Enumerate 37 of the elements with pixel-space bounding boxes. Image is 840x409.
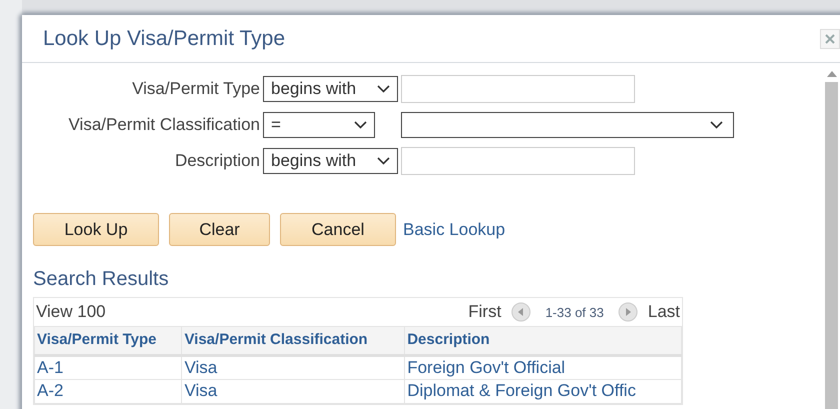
last-label: Last <box>648 302 680 322</box>
table-cell[interactable]: Diplomat & Foreign Gov't Offic <box>404 380 682 404</box>
next-icon[interactable] <box>618 302 638 322</box>
operator-dropdown[interactable]: begins with <box>263 76 398 102</box>
classification-dropdown[interactable] <box>401 112 734 138</box>
chevron-icon <box>377 157 390 165</box>
close-button[interactable] <box>820 28 840 48</box>
column-header: Description <box>404 326 682 355</box>
table-cell[interactable]: Visa <box>182 355 405 380</box>
action-button[interactable]: Clear <box>169 213 270 246</box>
operator-dropdown[interactable]: begins with <box>263 148 398 174</box>
action-button[interactable]: Look Up <box>33 213 159 246</box>
operator-dropdown[interactable]: = <box>263 112 375 138</box>
field-label: Visa/Permit Classification <box>68 115 260 135</box>
close-icon <box>825 34 835 44</box>
dialog-title: Look Up Visa/Permit Type <box>43 26 286 50</box>
table-cell[interactable]: Visa <box>182 380 405 404</box>
input-field[interactable] <box>401 75 635 103</box>
table-cell[interactable]: A-2 <box>34 380 182 404</box>
basic-lookup-link[interactable]: Basic Lookup <box>403 220 506 240</box>
field-label: Visa/Permit Type <box>131 79 260 99</box>
scroll-up-icon[interactable] <box>826 71 836 77</box>
chevron-icon <box>377 85 390 93</box>
first-label: First <box>468 302 502 322</box>
column-header: Visa/Permit Type <box>34 326 182 355</box>
table-cell[interactable]: Foreign Gov't Official <box>404 355 682 380</box>
previous-icon[interactable] <box>511 302 532 322</box>
input-field[interactable] <box>401 147 635 175</box>
section-heading: Search Results <box>33 268 170 291</box>
field-label: Description <box>174 151 260 171</box>
chevron-icon <box>354 121 367 129</box>
page-range: 1-33 of 33 <box>545 304 604 320</box>
view-all-link[interactable]: View 100 <box>36 302 106 322</box>
action-button[interactable]: Cancel <box>280 213 396 246</box>
chevron-icon <box>710 121 723 129</box>
column-header: Visa/Permit Classification <box>182 326 405 355</box>
table-cell[interactable]: A-1 <box>34 355 182 380</box>
